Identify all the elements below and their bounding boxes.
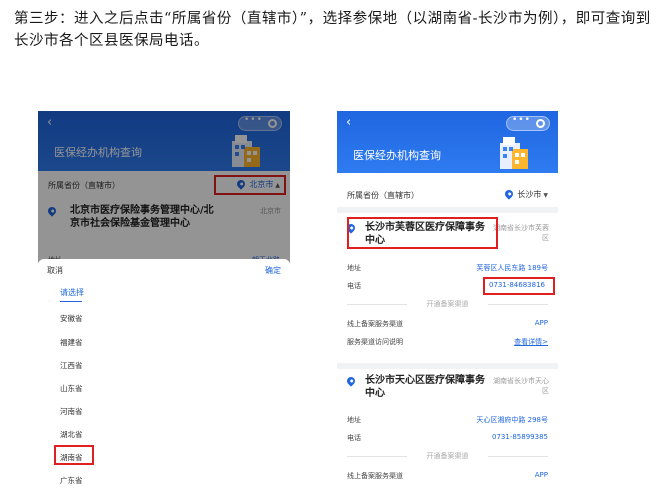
address-label: 地址 xyxy=(347,264,361,272)
back-icon[interactable]: ‹ xyxy=(346,115,351,130)
cancel-button[interactable]: 取消 xyxy=(47,265,63,276)
picker-option[interactable]: 山东省 xyxy=(60,383,83,394)
highlight-selected-option xyxy=(54,445,94,465)
placeholder-underline xyxy=(60,301,82,302)
online-channel-value: APP xyxy=(534,471,548,479)
confirm-button[interactable]: 确定 xyxy=(265,265,281,276)
header-banner: ‹ ••• 医保经办机构查询 xyxy=(337,111,558,173)
province-label: 所属省份（直辖市） xyxy=(347,191,419,200)
caret-down-icon: ▼ xyxy=(543,192,548,199)
org-location: 湖南省长沙市天心区 xyxy=(493,377,549,395)
guide-row: 服务渠道访问说明 查看详情> xyxy=(347,337,548,349)
more-icon[interactable]: ••• xyxy=(512,115,531,125)
location-pin-icon xyxy=(345,375,357,387)
modal-overlay[interactable] xyxy=(38,111,290,263)
online-channel-row: 线上备案服务渠道 APP xyxy=(347,471,548,483)
guide-label: 服务渠道访问说明 xyxy=(347,338,403,346)
highlight-org-name xyxy=(347,217,498,249)
address-row: 地址 芙蓉区人民东路 189号 xyxy=(347,263,548,275)
phone-label: 电话 xyxy=(347,434,361,442)
channel-divider: 开通备案渠道 xyxy=(347,299,548,309)
location-pin-icon xyxy=(503,188,516,200)
phone-value[interactable]: 0731-85899385 xyxy=(492,433,548,441)
online-channel-value: APP xyxy=(534,319,548,327)
province-value-text: 长沙市 xyxy=(517,190,542,199)
online-channel-label: 线上备案服务渠道 xyxy=(347,320,403,328)
address-value[interactable]: 芙蓉区人民东路 189号 xyxy=(476,263,548,273)
miniprogram-capsule[interactable]: ••• xyxy=(506,115,550,131)
picker-option[interactable]: 湖北省 xyxy=(60,429,83,440)
picker-option[interactable]: 安徽省 xyxy=(60,313,83,324)
guide-link[interactable]: 查看详情> xyxy=(514,337,548,347)
province-picker[interactable]: 取消 确定 请选择 安徽省 福建省 江西省 山东省 河南省 湖北省 湖南省 广东… xyxy=(38,259,290,494)
page-title: 医保经办机构查询 xyxy=(353,149,441,162)
phone-row: 电话 0731-85899385 xyxy=(347,433,548,445)
picker-option[interactable]: 江西省 xyxy=(60,360,83,371)
highlight-phone xyxy=(483,277,555,295)
address-label: 地址 xyxy=(347,416,361,424)
picker-placeholder[interactable]: 请选择 xyxy=(60,287,84,298)
building-icon xyxy=(500,137,528,169)
phone-label: 电话 xyxy=(347,282,361,290)
province-value[interactable]: 长沙市 ▼ xyxy=(503,188,548,200)
phone-screenshot-left: ‹ ••• 医保经办机构查询 所属省份（直辖市） 北京市 ▲ 北京市医疗保险事务管… xyxy=(38,111,290,494)
org-name: 长沙市天心区医疗保障事务中心 xyxy=(365,375,485,399)
picker-option[interactable]: 广东省 xyxy=(60,475,83,486)
channel-divider: 开通备案渠道 xyxy=(347,451,548,461)
address-row: 地址 天心区湘府中路 298号 xyxy=(347,415,548,427)
picker-option[interactable]: 福建省 xyxy=(60,337,83,348)
org-location: 湖南省长沙市芙蓉区 xyxy=(493,224,549,242)
instruction-text: 第三步：进入之后点击“所属省份（直辖市）”，选择参保地（以湖南省-长沙市为例），… xyxy=(14,11,651,49)
org-card[interactable]: 长沙市芙蓉区医疗保障事务中心 湖南省长沙市芙蓉区 地址 芙蓉区人民东路 189号… xyxy=(337,213,558,363)
address-value[interactable]: 天心区湘府中路 298号 xyxy=(476,415,548,425)
online-channel-label: 线上备案服务渠道 xyxy=(347,472,403,480)
phone-screenshot-right: ‹ ••• 医保经办机构查询 所属省份（直辖市） 长沙市 ▼ 长沙市芙蓉区医疗保障… xyxy=(337,111,558,494)
online-channel-row: 线上备案服务渠道 APP xyxy=(347,319,548,331)
picker-option[interactable]: 河南省 xyxy=(60,406,83,417)
org-card[interactable]: 长沙市天心区医疗保障事务中心 湖南省长沙市天心区 地址 天心区湘府中路 298号… xyxy=(337,369,558,494)
province-selector[interactable]: 所属省份（直辖市） 长沙市 ▼ xyxy=(337,181,558,207)
close-miniprogram-icon[interactable] xyxy=(536,119,545,128)
